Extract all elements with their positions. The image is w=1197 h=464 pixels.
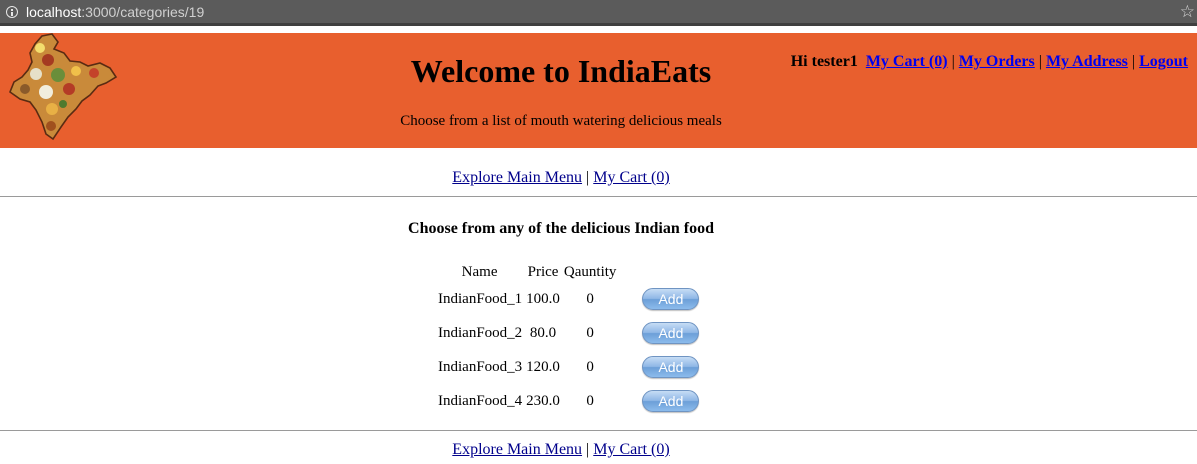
- top-nav: Explore Main Menu | My Cart (0): [0, 169, 1122, 187]
- divider: [0, 430, 1197, 431]
- food-name: IndianFood_1: [438, 290, 523, 307]
- food-quantity: 0: [586, 290, 594, 307]
- column-header-quantity: Qauntity: [563, 263, 617, 280]
- action-cell: Add: [618, 316, 701, 350]
- food-quantity: 0: [586, 392, 594, 409]
- logout-link[interactable]: Logout: [1139, 53, 1188, 70]
- my-orders-link[interactable]: My Orders: [959, 53, 1035, 70]
- add-button[interactable]: Add: [642, 288, 700, 310]
- food-price: 80.0: [529, 324, 557, 341]
- separator: |: [586, 441, 590, 458]
- explore-main-menu-link[interactable]: Explore Main Menu: [452, 169, 582, 186]
- action-cell: Add: [618, 282, 701, 316]
- table-row: IndianFood_2 80.0 0 Add: [435, 316, 701, 350]
- action-cell: Add: [618, 350, 701, 384]
- column-header-name: Name: [461, 263, 498, 280]
- food-price: 120.0: [526, 358, 560, 375]
- add-button[interactable]: Add: [642, 322, 700, 344]
- column-header-price: Price: [527, 263, 559, 280]
- explore-main-menu-link[interactable]: Explore Main Menu: [452, 441, 582, 458]
- food-quantity: 0: [586, 324, 594, 341]
- food-price: 230.0: [526, 392, 560, 409]
- separator: |: [951, 53, 955, 70]
- food-name: IndianFood_2: [438, 324, 523, 341]
- add-button[interactable]: Add: [642, 356, 700, 378]
- food-quantity: 0: [586, 358, 594, 375]
- user-nav: Hi tester1 My Cart (0) | My Orders | My …: [791, 53, 1188, 71]
- star-icon[interactable]: ☆: [1180, 2, 1195, 22]
- table-row: IndianFood_1 100.0 0 Add: [435, 282, 701, 316]
- divider: [0, 196, 1197, 197]
- my-address-link[interactable]: My Address: [1046, 53, 1128, 70]
- food-price: 100.0: [526, 290, 560, 307]
- section-title: Choose from any of the delicious Indian …: [408, 220, 714, 237]
- table-header-row: Name Price Qauntity: [435, 262, 701, 282]
- separator: |: [1038, 53, 1042, 70]
- url-host: localhost: [26, 4, 82, 20]
- food-name: IndianFood_4: [438, 392, 523, 409]
- greeting: Hi tester1: [790, 53, 858, 70]
- table-row: IndianFood_4 230.0 0 Add: [435, 384, 701, 418]
- browser-address-bar[interactable]: localhost:3000/categories/19 ☆: [0, 0, 1197, 26]
- food-table: Name Price Qauntity IndianFood_1 100.0 0…: [435, 262, 701, 418]
- column-header-action: [618, 262, 701, 282]
- separator: |: [1131, 53, 1136, 70]
- my-cart-link[interactable]: My Cart (0): [866, 53, 948, 70]
- cart-link[interactable]: My Cart (0): [593, 441, 669, 458]
- action-cell: Add: [618, 384, 701, 418]
- header-banner: Welcome to IndiaEats Choose from a list …: [0, 33, 1197, 148]
- url-text[interactable]: localhost:3000/categories/19: [26, 4, 204, 20]
- cart-link[interactable]: My Cart (0): [593, 169, 669, 186]
- add-button[interactable]: Add: [642, 390, 700, 412]
- tagline: Choose from a list of mouth watering del…: [400, 113, 722, 129]
- separator: |: [586, 169, 590, 186]
- table-row: IndianFood_3 120.0 0 Add: [435, 350, 701, 384]
- info-icon[interactable]: [6, 6, 18, 18]
- bottom-nav: Explore Main Menu | My Cart (0): [0, 441, 1122, 459]
- food-name: IndianFood_3: [438, 358, 523, 375]
- url-path: :3000/categories/19: [81, 4, 205, 20]
